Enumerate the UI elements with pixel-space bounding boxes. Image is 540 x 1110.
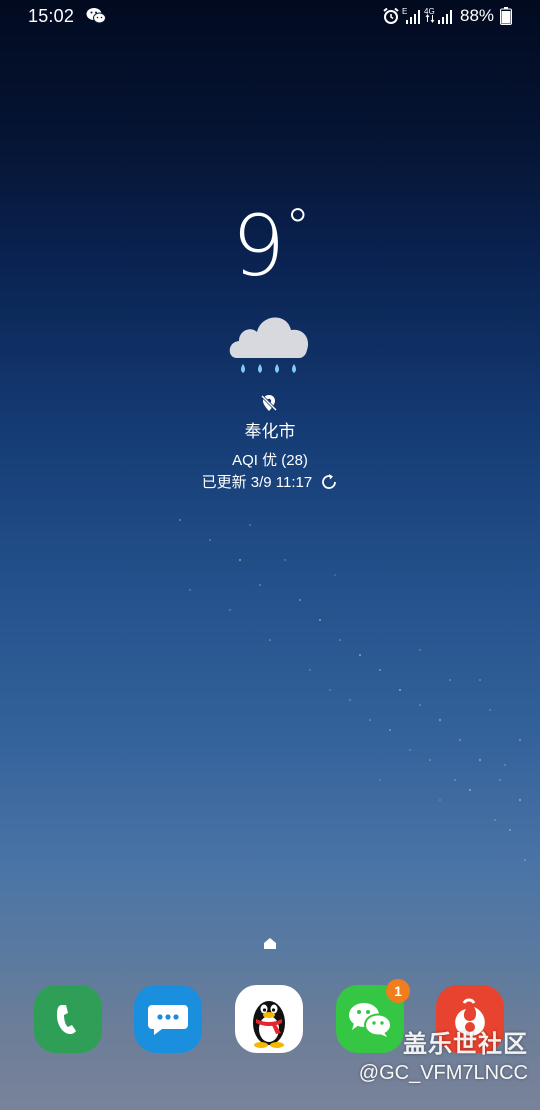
signal-4g-label: 4G <box>424 7 435 16</box>
aqi-value: AQI 优 (28) <box>232 452 308 469</box>
dock-app-messages[interactable] <box>134 985 202 1053</box>
battery-icon <box>500 7 512 25</box>
weather-temperature[interactable]: 9° <box>0 198 540 294</box>
updated-time: 已更新 3/9 11:17 <box>201 474 313 491</box>
dock-app-phone[interactable] <box>34 985 102 1053</box>
home-page-indicator-icon[interactable] <box>264 938 276 949</box>
watermark-title: 盖乐世社区 <box>403 1031 528 1058</box>
wechat-badge: 1 <box>386 979 410 1003</box>
qq-penguin-icon <box>253 1001 285 1048</box>
watermark-handle: @GC_VFM7LNCC <box>358 1062 528 1084</box>
battery-percent: 88% <box>460 6 495 25</box>
wechat-notification-icon <box>86 8 106 24</box>
rain-cloud-icon[interactable] <box>225 308 313 382</box>
signal-e-icon: E <box>402 7 420 24</box>
temperature-value: 9 <box>231 197 285 295</box>
status-time: 15:02 <box>28 6 75 26</box>
signal-4g-icon: 4G <box>424 7 452 24</box>
updated-row[interactable]: 已更新 3/9 11:17 <box>0 471 540 492</box>
city-name: 奉化市 <box>244 422 296 441</box>
phone-icon <box>57 1005 76 1035</box>
degree-symbol: ° <box>285 198 310 256</box>
message-icon <box>148 1005 188 1035</box>
dock-app-qq[interactable] <box>235 985 303 1053</box>
refresh-icon[interactable] <box>320 473 338 491</box>
alarm-icon <box>383 7 399 24</box>
status-bar[interactable]: 15:02 E 4G 88% <box>0 0 540 32</box>
signal-e-label: E <box>402 7 407 16</box>
location-off-icon[interactable] <box>259 393 279 413</box>
